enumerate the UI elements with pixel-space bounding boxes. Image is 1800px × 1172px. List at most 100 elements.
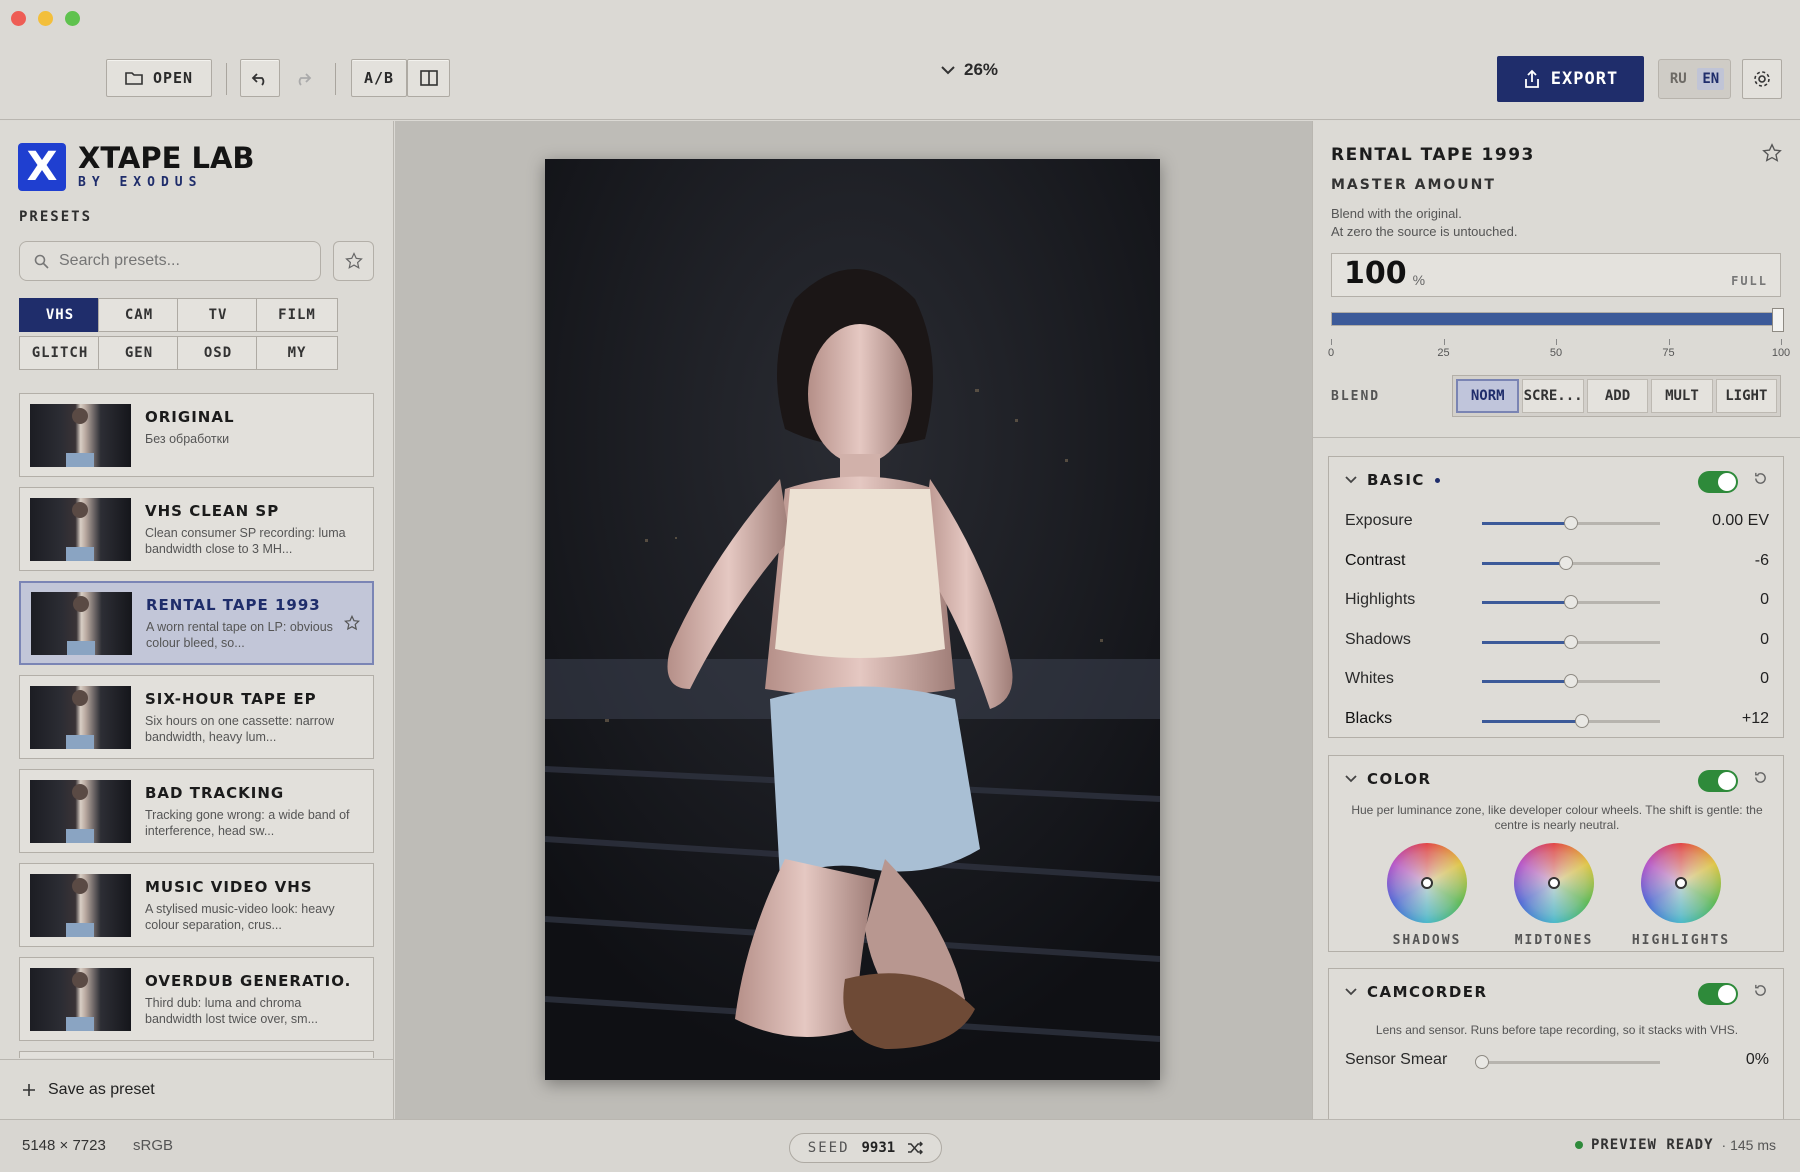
category-tab-cam[interactable]: CAM xyxy=(98,298,180,332)
brand-subtitle: BY EXODUS xyxy=(78,175,203,190)
scale-tick xyxy=(1443,339,1445,345)
master-amount-value: 100 xyxy=(1344,256,1407,291)
zoom-value: 26% xyxy=(964,60,999,79)
slider-track[interactable] xyxy=(1482,595,1660,609)
slider-track[interactable] xyxy=(1482,555,1660,570)
maximize-window-button[interactable] xyxy=(65,11,80,26)
color-reset-button[interactable] xyxy=(1753,770,1768,790)
scale-tick-label: 0 xyxy=(1327,347,1335,359)
master-amount-handle[interactable] xyxy=(1772,308,1784,332)
export-button[interactable]: EXPORT xyxy=(1497,56,1644,102)
blend-mode-option[interactable]: SCRE... xyxy=(1522,379,1584,413)
lang-en-option[interactable]: EN xyxy=(1697,68,1725,90)
preset-item[interactable]: MUSIC VIDEO VHS A stylised music-video lo… xyxy=(19,863,374,947)
split-view-button[interactable] xyxy=(407,59,450,97)
color-wheel-shadows[interactable] xyxy=(1387,843,1467,923)
preset-name: BAD TRACKING xyxy=(145,783,285,802)
preset-text: OVERDUB GENERATIO... Third dub: luma and … xyxy=(145,972,350,1027)
shuffle-icon[interactable] xyxy=(907,1141,924,1155)
settings-button[interactable] xyxy=(1742,59,1782,99)
camcorder-reset-button[interactable] xyxy=(1753,983,1768,1003)
inspector-panel: RENTAL TAPE 1993 MASTER AMOUNT Blend wit… xyxy=(1312,121,1800,1119)
slider-track[interactable] xyxy=(1482,674,1660,688)
slider-track[interactable] xyxy=(1482,516,1660,530)
category-tab-my[interactable]: MY xyxy=(256,336,338,370)
color-space: sRGB xyxy=(133,1137,174,1154)
basic-reset-button[interactable] xyxy=(1753,471,1768,491)
camcorder-enable-toggle[interactable] xyxy=(1698,983,1738,1005)
category-tab-tv[interactable]: TV xyxy=(177,298,259,332)
redo-button[interactable] xyxy=(283,59,323,97)
basic-enable-toggle[interactable] xyxy=(1698,471,1738,493)
preset-item[interactable]: SIX-HOUR TAPE EP Six hours on one cassett… xyxy=(19,675,374,759)
ab-label: A/B xyxy=(363,69,395,87)
lang-ru-option[interactable]: RU xyxy=(1665,68,1692,90)
preset-thumbnail xyxy=(30,873,131,937)
color-panel-header[interactable]: COLOR xyxy=(1345,770,1432,788)
category-tab-vhs[interactable]: VHS xyxy=(19,298,101,332)
color-wheel-highlights[interactable] xyxy=(1641,843,1721,923)
category-tab-film[interactable]: FILM xyxy=(256,298,338,332)
color-enable-toggle[interactable] xyxy=(1698,770,1738,792)
share-icon xyxy=(1524,69,1539,88)
blend-mode-option[interactable]: LIGHT xyxy=(1715,379,1778,413)
zoom-dropdown[interactable]: 26% xyxy=(940,60,998,80)
category-tab-osd[interactable]: OSD xyxy=(177,336,259,370)
star-icon xyxy=(344,252,363,270)
sensor-smear-handle[interactable] xyxy=(1475,1055,1489,1069)
blend-mode-option[interactable]: MULT xyxy=(1651,379,1713,413)
slider-track[interactable] xyxy=(1482,634,1660,649)
preset-name: VHS CLEAN SP xyxy=(145,501,280,520)
preset-name: ORIGINAL xyxy=(145,407,235,426)
preset-item[interactable]: ORIGINAL Без обработки xyxy=(19,393,374,477)
status-bar: 5148 × 7723 sRGB SEED 9931 PREVIEW READY… xyxy=(0,1119,1800,1172)
color-wheel-handle[interactable] xyxy=(1421,877,1433,889)
undo-icon xyxy=(251,73,265,86)
favorites-filter-button[interactable] xyxy=(333,241,374,281)
master-amount-slider[interactable] xyxy=(1331,308,1784,332)
slider-handle[interactable] xyxy=(1564,674,1578,688)
camcorder-panel-header[interactable]: CAMCORDER xyxy=(1345,983,1488,1001)
search-input[interactable] xyxy=(59,252,299,270)
preview-canvas[interactable] xyxy=(395,121,1312,1119)
master-amount-unit: % xyxy=(1412,272,1426,288)
close-window-button[interactable] xyxy=(11,11,26,26)
category-tab-glitch[interactable]: GLITCH xyxy=(19,336,101,370)
slider-fill xyxy=(1482,601,1571,604)
preset-description: Tracking gone wrong: a wide band of inte… xyxy=(145,807,350,838)
preset-item[interactable] xyxy=(19,1051,374,1058)
slider-track[interactable] xyxy=(1482,713,1660,728)
blend-mode-option[interactable]: ADD xyxy=(1586,379,1649,413)
reset-icon xyxy=(1755,984,1766,996)
color-wheel-midtones[interactable] xyxy=(1514,843,1594,923)
slider-handle[interactable] xyxy=(1564,595,1578,609)
favorite-preset-button[interactable] xyxy=(1762,143,1782,168)
preset-thumbnail xyxy=(30,685,131,749)
plus-icon xyxy=(23,1083,35,1096)
color-wheel-handle[interactable] xyxy=(1675,877,1687,889)
undo-button[interactable] xyxy=(240,59,280,97)
open-button[interactable]: OPEN xyxy=(106,59,212,97)
save-preset-button[interactable]: Save as preset xyxy=(0,1059,394,1119)
ab-compare-button[interactable]: A/B xyxy=(351,59,407,97)
seed-label: SEED xyxy=(807,1140,850,1156)
slider-handle[interactable] xyxy=(1564,516,1578,530)
minimize-window-button[interactable] xyxy=(38,11,53,26)
preset-item[interactable]: RENTAL TAPE 1993 A worn rental tape on LP… xyxy=(19,581,374,665)
sensor-smear-slider[interactable] xyxy=(1475,1055,1660,1069)
preset-item[interactable]: BAD TRACKING Tracking gone wrong: a wide … xyxy=(19,769,374,853)
basic-panel-header[interactable]: BASIC xyxy=(1345,471,1440,489)
preset-item[interactable]: VHS CLEAN SP Clean consumer SP recording:… xyxy=(19,487,374,571)
category-tab-gen[interactable]: GEN xyxy=(98,336,180,370)
slider-handle[interactable] xyxy=(1564,634,1578,649)
slider-handle[interactable] xyxy=(1574,713,1589,728)
slider-handle[interactable] xyxy=(1558,555,1573,570)
color-wheel-handle[interactable] xyxy=(1548,877,1560,889)
color-wheel-label: HIGHLIGHTS xyxy=(1631,933,1731,948)
preset-text: MUSIC VIDEO VHS A stylised music-video lo… xyxy=(145,878,350,933)
star-icon[interactable] xyxy=(343,614,361,636)
master-amount-field[interactable]: 100 % FULL xyxy=(1331,253,1781,297)
folder-icon xyxy=(125,72,143,85)
blend-mode-option[interactable]: NORM xyxy=(1456,379,1520,413)
preset-item[interactable]: OVERDUB GENERATIO... Third dub: luma and … xyxy=(19,957,374,1041)
